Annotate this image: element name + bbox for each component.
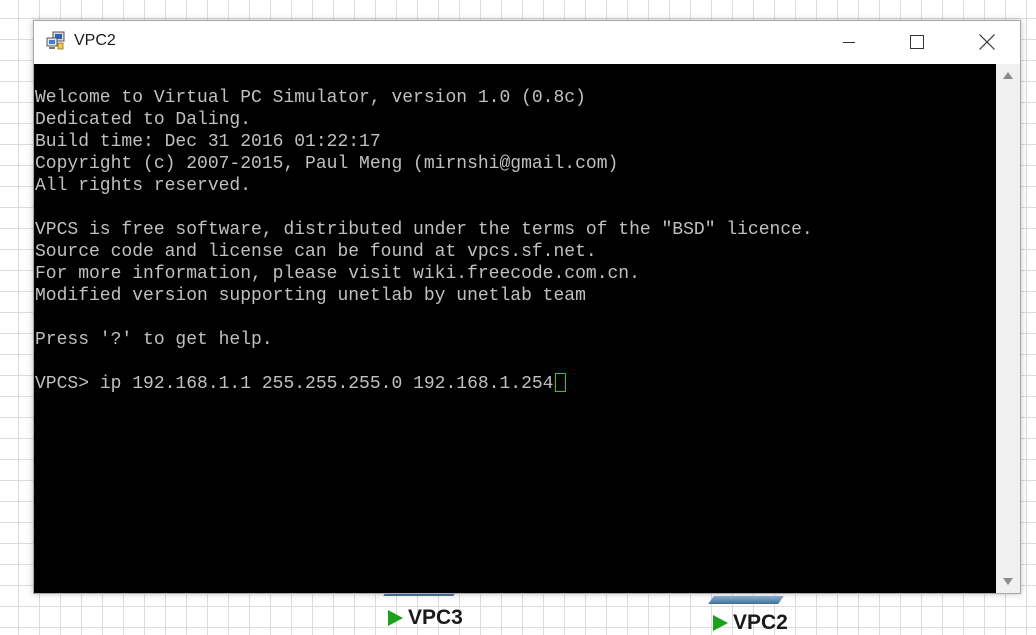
terminal-line: Dedicated to Daling. (35, 110, 252, 130)
topology-node-vpc2[interactable]: VPC2 (705, 590, 805, 634)
window-title: VPC2 (74, 32, 116, 49)
minimize-button[interactable] (814, 21, 884, 63)
title-bar[interactable]: VPC2 (34, 21, 1020, 64)
node-label: VPC2 (733, 611, 788, 634)
vpc-node-shape (708, 596, 784, 604)
vertical-scrollbar[interactable] (996, 64, 1020, 593)
terminal-line: Press '?' to get help. (35, 330, 273, 350)
minimize-icon (843, 42, 855, 43)
maximize-button[interactable] (882, 21, 952, 63)
terminal-line: VPCS is free software, distributed under… (35, 220, 813, 240)
console-window: VPC2 Welcome to Virtual PC Simulator, ve… (33, 20, 1021, 594)
terminal-line: For more information, please visit wiki.… (35, 264, 640, 284)
terminal-line: Welcome to Virtual PC Simulator, version… (35, 88, 586, 108)
terminal-output[interactable]: Welcome to Virtual PC Simulator, version… (34, 64, 996, 593)
terminal-line: Modified version supporting unetlab by u… (35, 286, 586, 306)
close-button[interactable] (952, 21, 1022, 63)
close-icon (979, 34, 995, 50)
node-label-row: VPC3 (388, 606, 463, 630)
text-cursor (554, 373, 566, 392)
command-input[interactable]: ip 192.168.1.1 255.255.255.0 192.168.1.2… (100, 374, 554, 394)
node-label-row: VPC2 (713, 611, 788, 635)
play-icon (713, 615, 728, 631)
command-prompt: VPCS> (35, 374, 100, 394)
command-line[interactable]: VPCS> ip 192.168.1.1 255.255.255.0 192.1… (35, 373, 813, 395)
terminal-line: Copyright (c) 2007-2015, Paul Meng (mirn… (35, 154, 619, 174)
node-label: VPC3 (408, 606, 463, 629)
play-icon (388, 610, 403, 626)
scroll-up-icon[interactable] (1003, 72, 1013, 79)
terminal-line: Build time: Dec 31 2016 01:22:17 (35, 132, 381, 152)
terminal-lines: Welcome to Virtual PC Simulator, version… (35, 87, 813, 395)
computer-terminal-icon (46, 31, 66, 51)
maximize-icon (910, 35, 924, 49)
terminal-line: Source code and license can be found at … (35, 242, 597, 262)
scroll-down-icon[interactable] (1003, 578, 1013, 585)
terminal-line: All rights reserved. (35, 176, 252, 196)
